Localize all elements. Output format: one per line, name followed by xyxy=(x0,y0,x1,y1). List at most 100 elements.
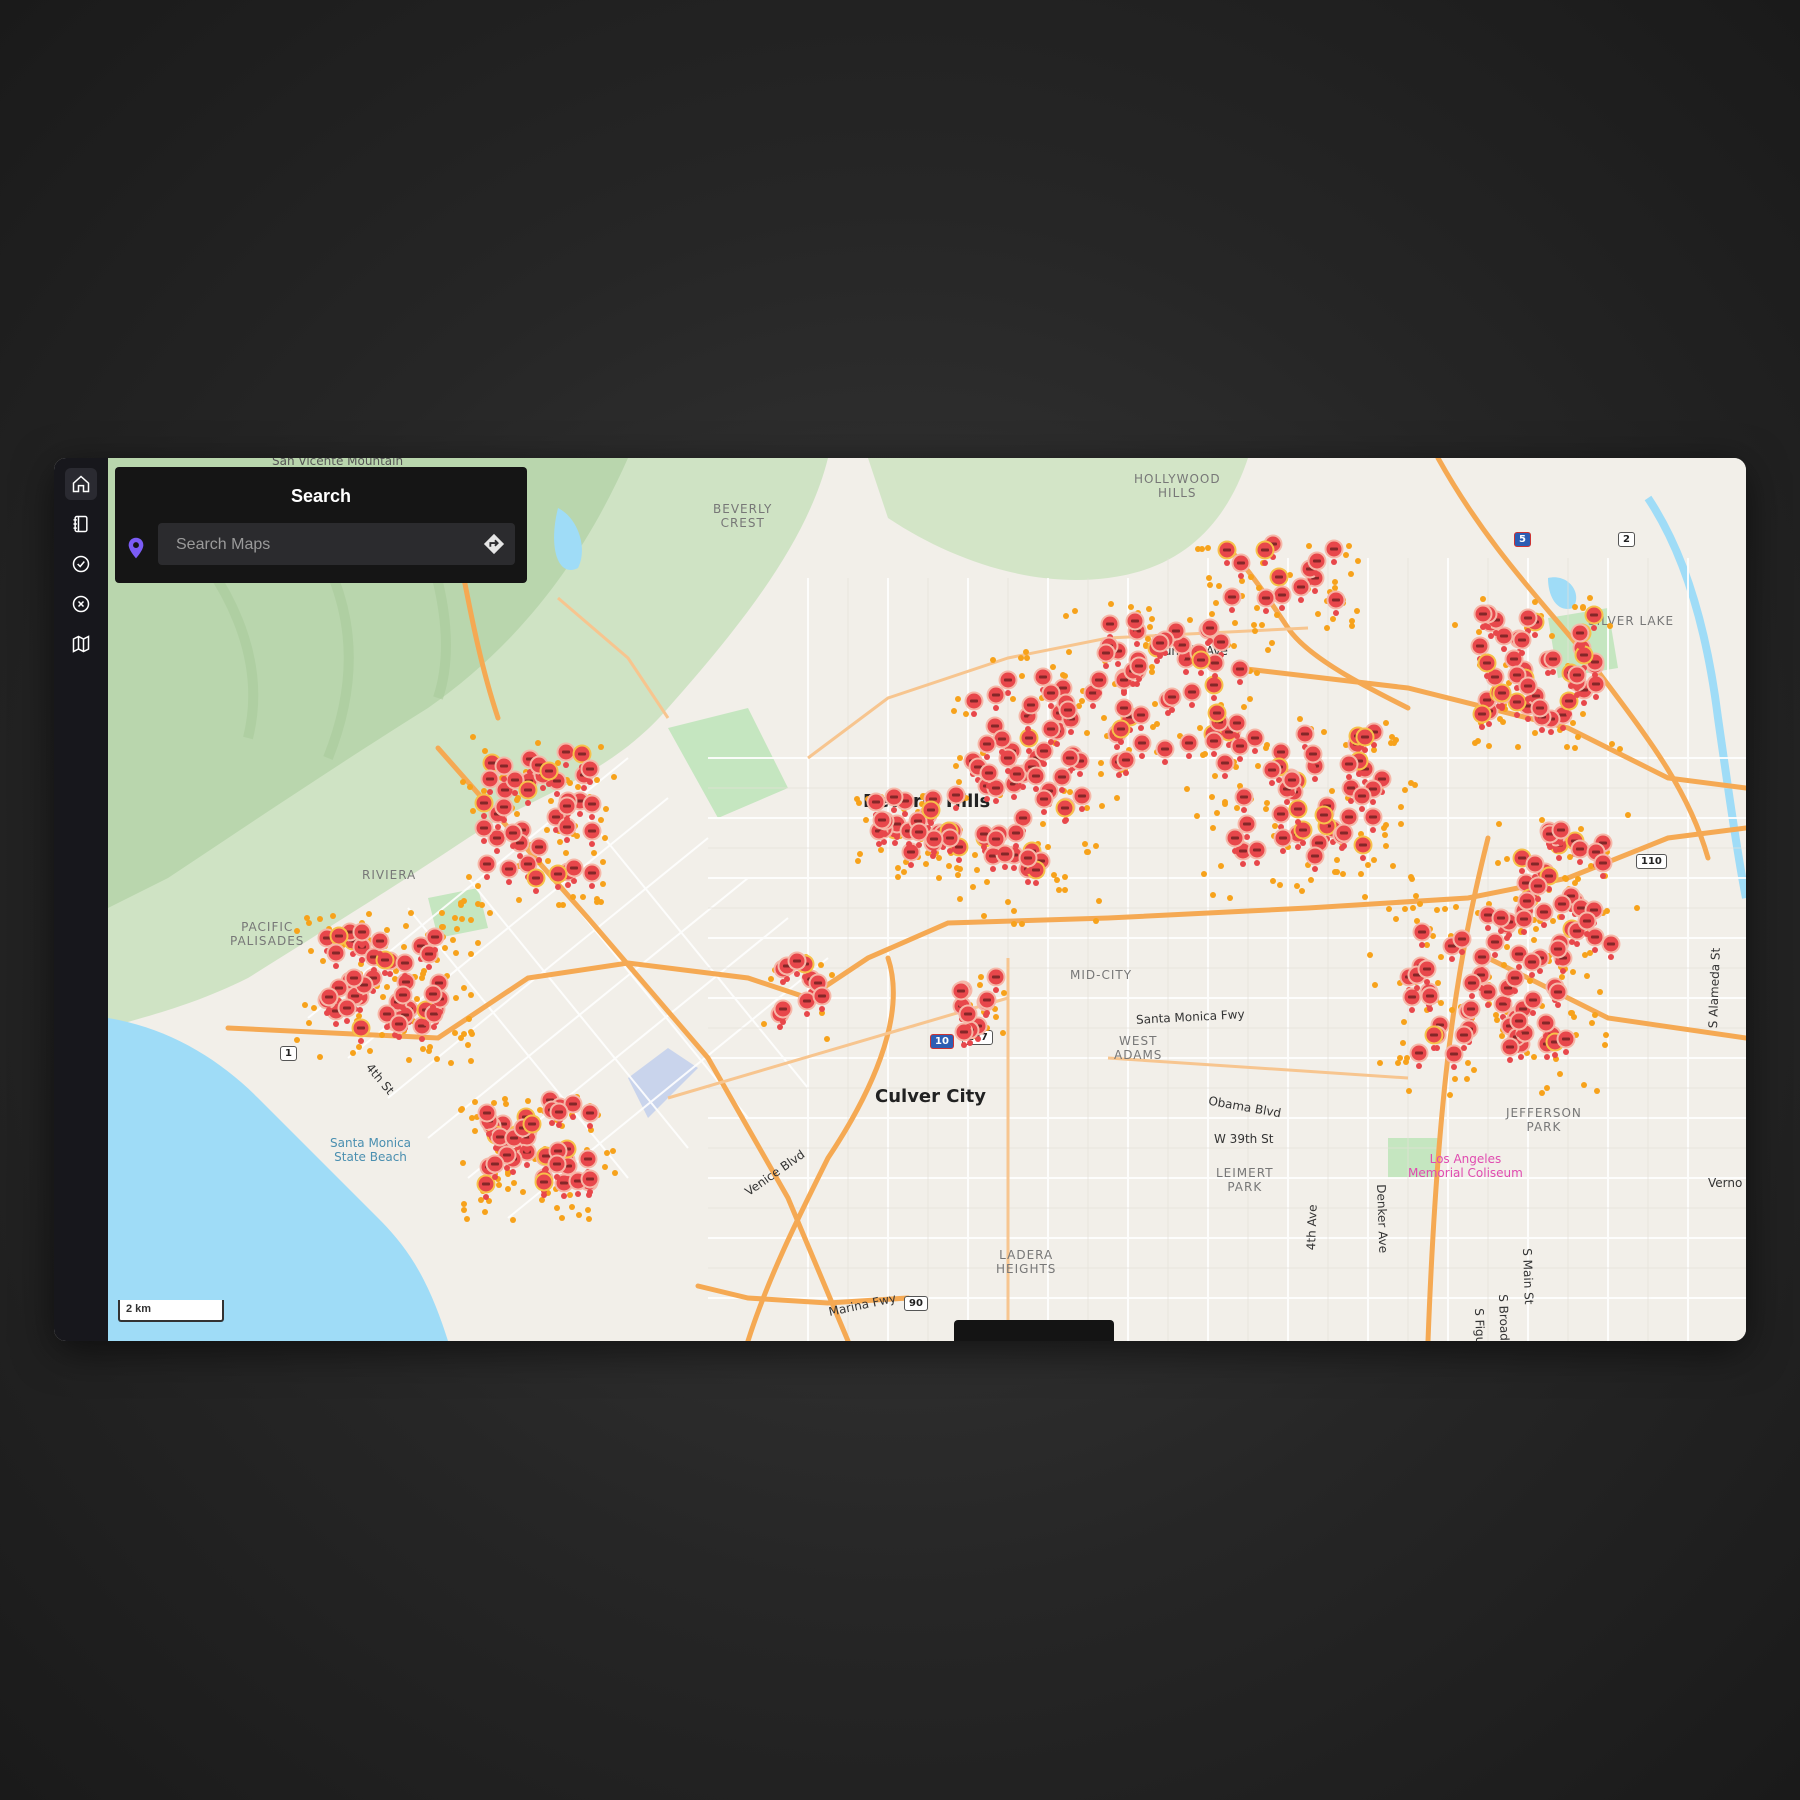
incident-marker-icon[interactable] xyxy=(951,981,971,1007)
incident-marker-icon[interactable] xyxy=(1355,727,1375,754)
incident-marker-icon[interactable] xyxy=(1089,670,1109,696)
incident-marker-icon[interactable] xyxy=(1231,553,1251,579)
incident-marker-icon[interactable] xyxy=(1305,846,1325,872)
incident-marker-icon[interactable] xyxy=(526,868,546,895)
incident-marker-icon[interactable] xyxy=(1262,760,1282,787)
incident-marker-icon[interactable] xyxy=(1477,653,1497,679)
incident-marker-icon[interactable] xyxy=(1491,908,1511,934)
incident-marker-icon[interactable] xyxy=(480,769,500,795)
incident-marker-icon[interactable] xyxy=(1514,909,1534,936)
incident-marker-icon[interactable] xyxy=(1291,577,1311,603)
incident-marker-icon[interactable] xyxy=(370,931,390,957)
incident-marker-icon[interactable] xyxy=(1204,731,1224,758)
incident-marker-icon[interactable] xyxy=(977,990,997,1016)
incident-marker-icon[interactable] xyxy=(1245,728,1265,755)
incident-marker-icon[interactable] xyxy=(425,927,445,953)
incident-marker-icon[interactable] xyxy=(503,823,523,850)
incident-marker-icon[interactable] xyxy=(1593,853,1613,880)
incident-marker-icon[interactable] xyxy=(1132,733,1152,760)
incident-marker-icon[interactable] xyxy=(1273,828,1293,854)
incident-marker-icon[interactable] xyxy=(1472,947,1492,974)
incident-marker-icon[interactable] xyxy=(1409,1043,1429,1069)
incident-marker-icon[interactable] xyxy=(518,780,538,806)
incident-marker-icon[interactable] xyxy=(389,1014,409,1040)
incident-marker-icon[interactable] xyxy=(979,763,999,789)
incident-marker-icon[interactable] xyxy=(958,1004,978,1031)
incident-marker-icon[interactable] xyxy=(582,794,602,820)
incident-marker-icon[interactable] xyxy=(582,821,602,848)
incident-marker-icon[interactable] xyxy=(1417,959,1437,985)
incident-marker-icon[interactable] xyxy=(1523,990,1543,1016)
incident-marker-icon[interactable] xyxy=(548,864,568,890)
incident-marker-icon[interactable] xyxy=(1420,986,1440,1012)
incident-marker-icon[interactable] xyxy=(337,998,357,1025)
incident-marker-icon[interactable] xyxy=(395,953,415,980)
incident-marker-icon[interactable] xyxy=(1334,823,1354,850)
incident-marker-icon[interactable] xyxy=(557,796,577,822)
incident-marker-icon[interactable] xyxy=(1472,704,1492,730)
incident-marker-icon[interactable] xyxy=(1512,630,1532,657)
incident-marker-icon[interactable] xyxy=(1255,540,1275,566)
incident-marker-icon[interactable] xyxy=(1551,820,1571,847)
check-button[interactable] xyxy=(65,548,97,580)
incident-marker-icon[interactable] xyxy=(529,837,549,864)
incident-marker-icon[interactable] xyxy=(812,986,832,1013)
incident-marker-icon[interactable] xyxy=(1454,1025,1474,1051)
incident-marker-icon[interactable] xyxy=(1462,973,1482,1000)
incident-marker-icon[interactable] xyxy=(580,1103,600,1129)
incident-marker-icon[interactable] xyxy=(1584,605,1604,631)
incident-marker-icon[interactable] xyxy=(872,810,892,836)
incident-marker-icon[interactable] xyxy=(1303,744,1323,771)
incident-marker-icon[interactable] xyxy=(1452,929,1472,955)
incident-marker-icon[interactable] xyxy=(773,999,793,1026)
incident-marker-icon[interactable] xyxy=(986,685,1006,711)
incident-marker-icon[interactable] xyxy=(494,797,514,824)
incident-marker-icon[interactable] xyxy=(474,793,494,819)
map-button[interactable] xyxy=(65,628,97,660)
incident-marker-icon[interactable] xyxy=(1473,604,1493,630)
incident-marker-icon[interactable] xyxy=(1577,911,1597,937)
incident-marker-icon[interactable] xyxy=(1543,649,1563,676)
incident-marker-icon[interactable] xyxy=(964,691,984,717)
search-input[interactable] xyxy=(158,523,478,567)
home-button[interactable] xyxy=(65,468,97,500)
incident-marker-icon[interactable] xyxy=(1096,643,1116,669)
incident-marker-icon[interactable] xyxy=(1162,687,1182,713)
incident-marker-icon[interactable] xyxy=(1247,840,1267,866)
incident-marker-icon[interactable] xyxy=(582,863,602,890)
incident-marker-icon[interactable] xyxy=(1234,787,1254,814)
incident-marker-icon[interactable] xyxy=(1352,786,1372,812)
location-pin-icon[interactable] xyxy=(127,537,145,559)
incident-marker-icon[interactable] xyxy=(977,734,997,760)
incident-marker-icon[interactable] xyxy=(1150,633,1170,659)
incident-marker-icon[interactable] xyxy=(1314,805,1334,831)
incident-marker-icon[interactable] xyxy=(477,1103,497,1129)
incident-marker-icon[interactable] xyxy=(393,985,413,1012)
incident-marker-icon[interactable] xyxy=(474,818,494,844)
directions-icon[interactable] xyxy=(483,533,505,555)
incident-marker-icon[interactable] xyxy=(1522,952,1542,979)
incident-marker-icon[interactable] xyxy=(580,759,600,785)
incident-marker-icon[interactable] xyxy=(1326,590,1346,617)
incident-marker-icon[interactable] xyxy=(1288,799,1308,825)
incident-marker-icon[interactable] xyxy=(909,822,929,849)
incident-marker-icon[interactable] xyxy=(1530,698,1550,724)
incident-marker-icon[interactable] xyxy=(1256,588,1276,614)
map-canvas[interactable]: Beverly Hills Culver City BEVERLYCREST H… xyxy=(108,458,1746,1341)
incident-marker-icon[interactable] xyxy=(1125,611,1145,637)
incident-marker-icon[interactable] xyxy=(423,984,443,1010)
incident-marker-icon[interactable] xyxy=(1155,739,1175,765)
incident-marker-icon[interactable] xyxy=(1052,767,1072,793)
incident-marker-icon[interactable] xyxy=(787,951,807,978)
incident-marker-icon[interactable] xyxy=(326,943,346,969)
incident-marker-icon[interactable] xyxy=(1567,665,1587,692)
incident-marker-icon[interactable] xyxy=(1034,789,1054,815)
notebook-button[interactable] xyxy=(65,508,97,540)
incident-marker-icon[interactable] xyxy=(986,829,1006,855)
incident-marker-icon[interactable] xyxy=(1548,982,1568,1008)
incident-marker-icon[interactable] xyxy=(549,1102,569,1129)
incident-marker-icon[interactable] xyxy=(1058,700,1078,726)
incident-marker-icon[interactable] xyxy=(1111,719,1131,745)
incident-marker-icon[interactable] xyxy=(1282,770,1302,797)
incident-marker-icon[interactable] xyxy=(1230,659,1250,686)
